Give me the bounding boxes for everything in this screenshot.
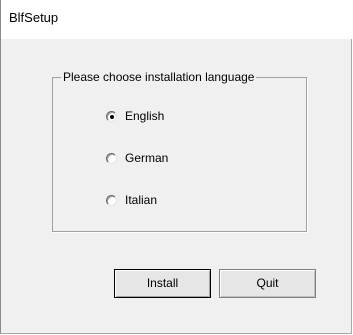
language-group-legend: Please choose installation language [61, 69, 257, 85]
title-bar[interactable]: BlfSetup [1, 0, 352, 39]
radio-english[interactable]: English [106, 108, 164, 124]
radio-english-label[interactable]: English [125, 108, 164, 124]
radio-button-icon[interactable] [106, 194, 117, 206]
language-groupbox: Please choose installation language Engl… [52, 69, 307, 232]
radio-button-icon[interactable] [106, 110, 117, 122]
radio-italian-label[interactable]: Italian [125, 192, 157, 208]
radio-button-icon[interactable] [106, 152, 117, 164]
radio-selected-dot-icon [110, 114, 114, 119]
quit-button[interactable]: Quit [219, 269, 316, 298]
radio-german[interactable]: German [106, 150, 168, 166]
radio-italian[interactable]: Italian [106, 192, 157, 208]
install-button[interactable]: Install [114, 269, 211, 298]
radio-german-label[interactable]: German [125, 150, 168, 166]
setup-window: BlfSetup Please choose installation lang… [0, 0, 352, 334]
window-title: BlfSetup [9, 10, 59, 25]
